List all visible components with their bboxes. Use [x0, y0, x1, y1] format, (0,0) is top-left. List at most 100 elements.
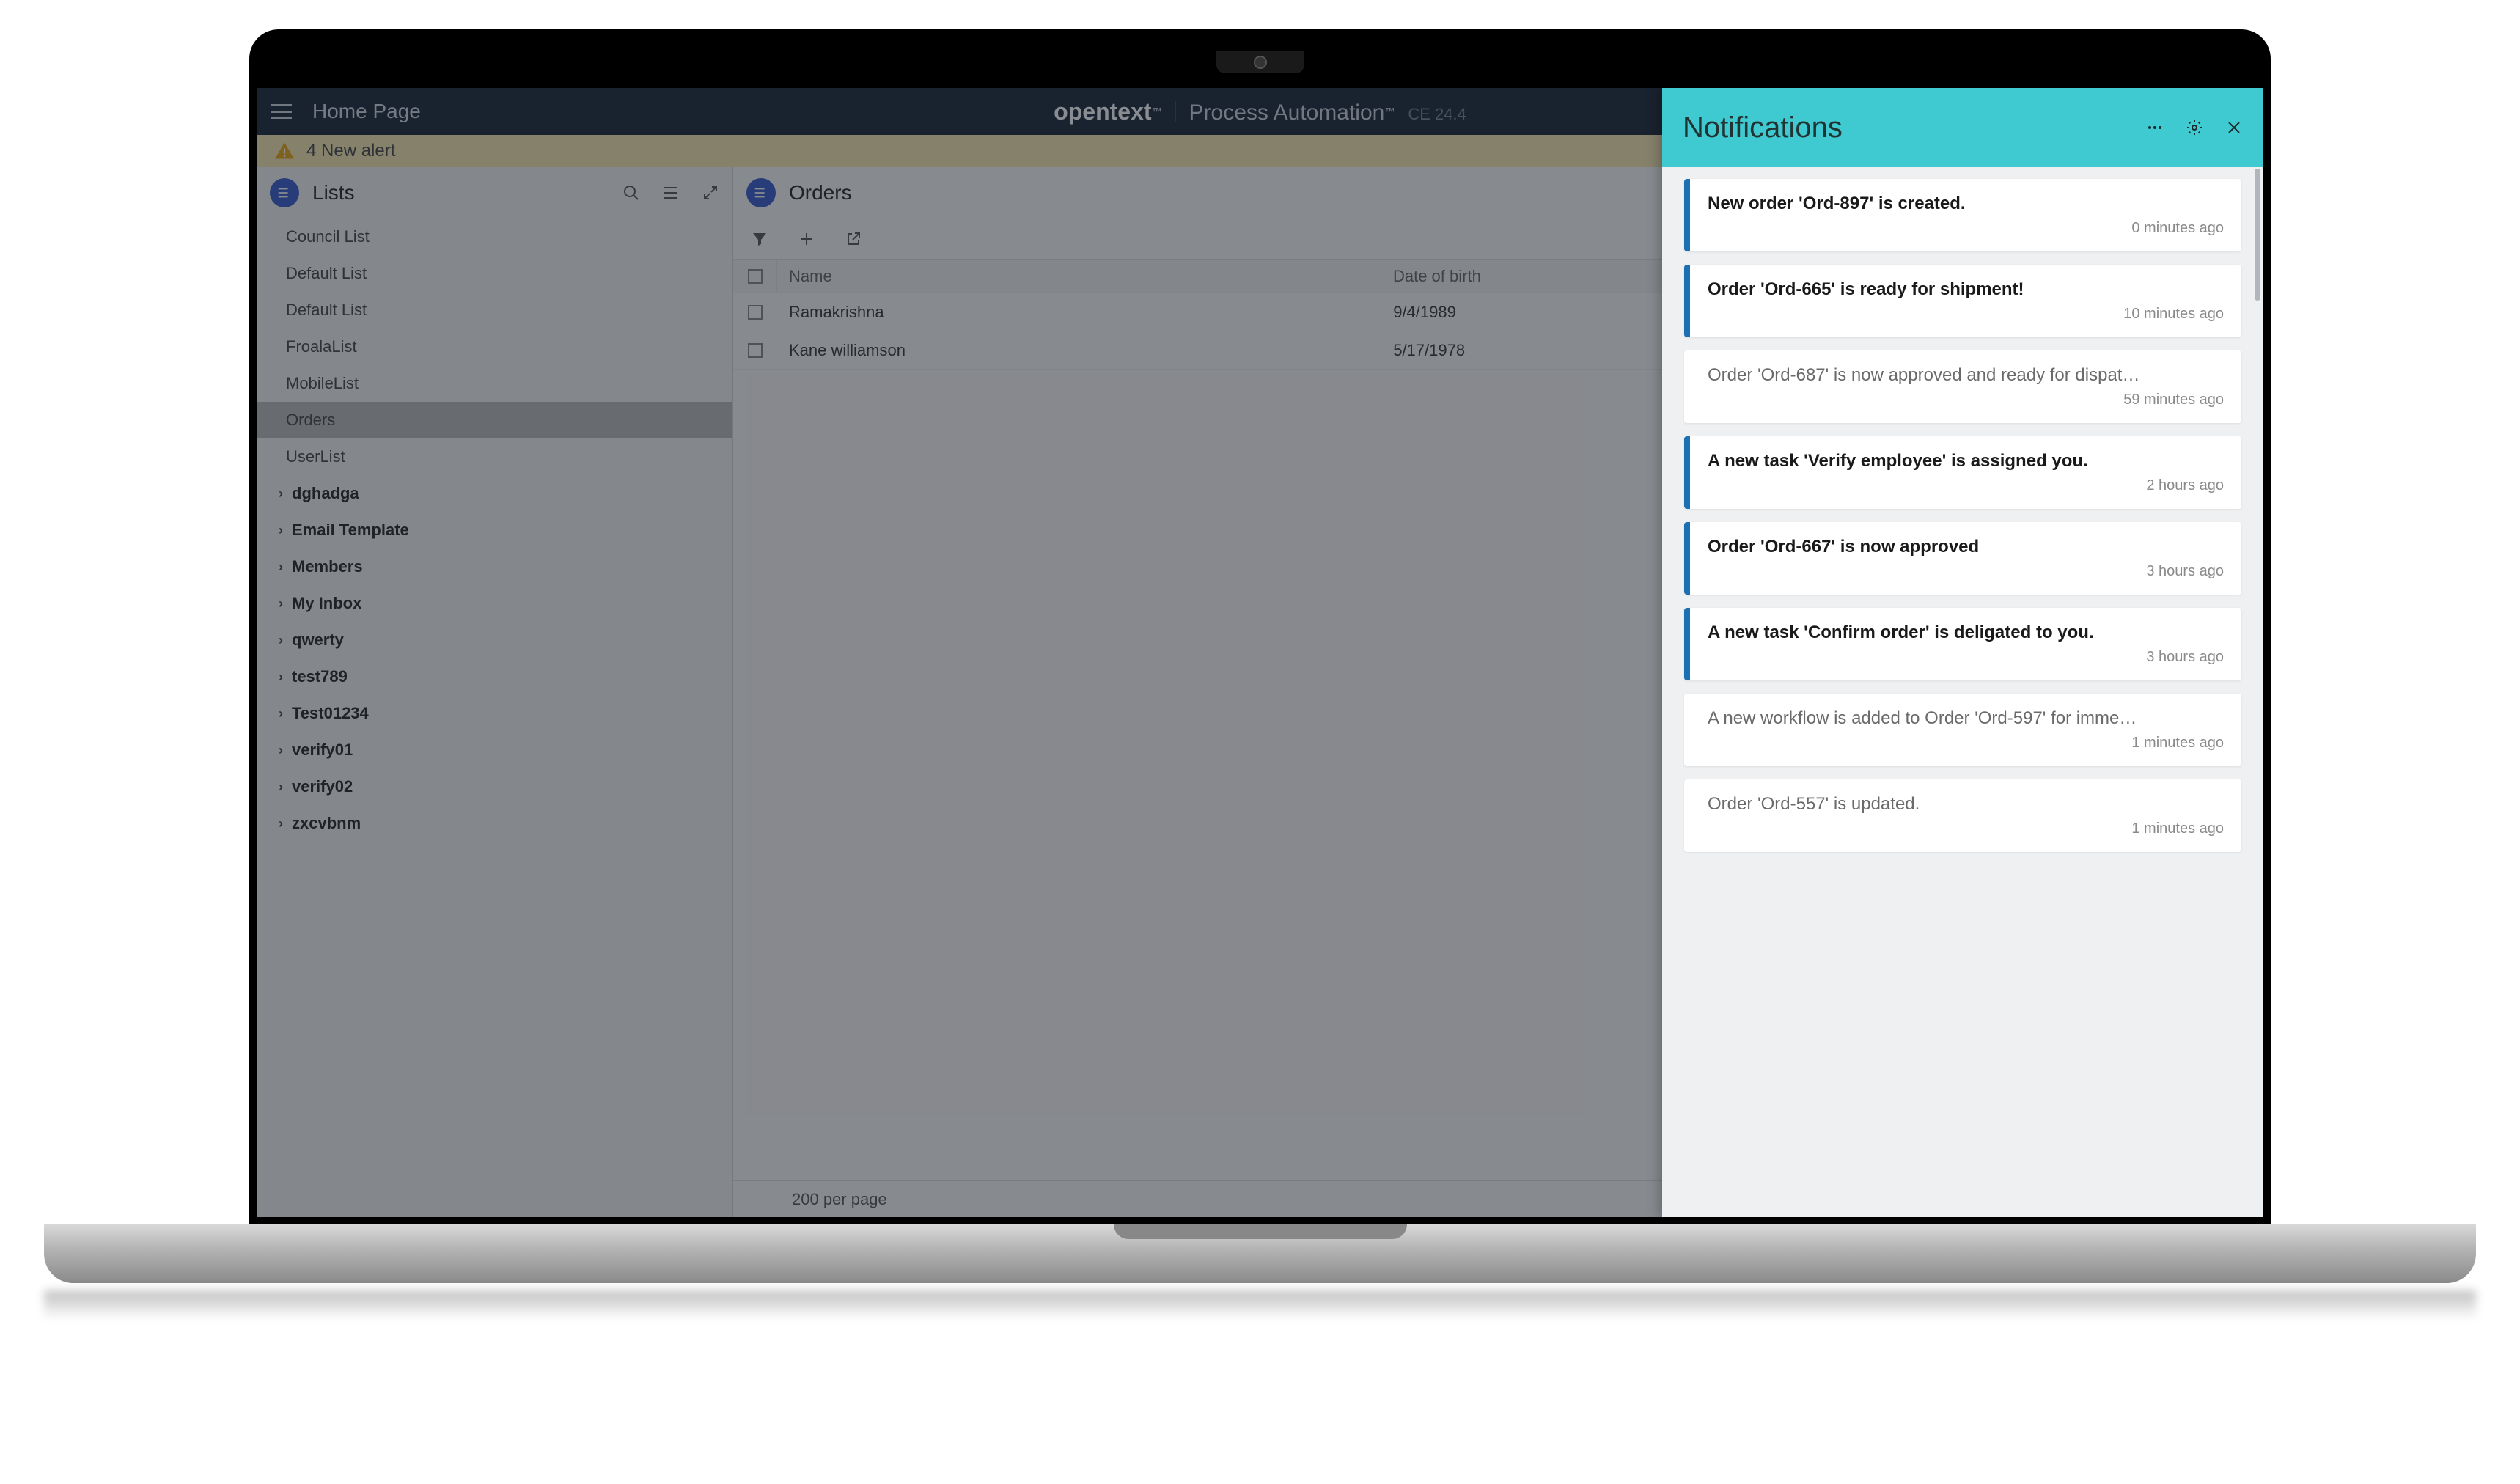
- notification-time: 1 minutes ago: [2131, 735, 2224, 752]
- laptop-base: [44, 1224, 2476, 1283]
- tree-label: dghadga: [292, 484, 359, 503]
- notification-message: New order 'Ord-897' is created.: [1708, 194, 2224, 214]
- sidebar-tree-my-inbox[interactable]: ›My Inbox: [257, 585, 732, 622]
- sidebar-tree-verify02[interactable]: › verify02: [257, 768, 732, 805]
- sidebar-tree-test01234[interactable]: ›Test01234: [257, 695, 732, 732]
- filter-icon[interactable]: [751, 230, 768, 248]
- notification-card[interactable]: A new task 'Verify employee' is assigned…: [1684, 436, 2241, 509]
- notification-time: 59 minutes ago: [2123, 392, 2224, 408]
- close-icon[interactable]: [2225, 119, 2243, 136]
- notification-card[interactable]: A new workflow is added to Order 'Ord-59…: [1684, 694, 2241, 766]
- sidebar-tree-email-template[interactable]: › Email Template: [257, 512, 732, 548]
- tree-label: Test01234: [292, 704, 369, 723]
- notification-card[interactable]: Order 'Ord-557' is updated. 1 minutes ago: [1684, 779, 2241, 852]
- notification-card[interactable]: Order 'Ord-687' is now approved and read…: [1684, 350, 2241, 423]
- brand-primary-text: opentext: [1054, 98, 1151, 125]
- add-icon[interactable]: [798, 230, 815, 248]
- notification-card[interactable]: New order 'Ord-897' is created. 0 minutes…: [1684, 179, 2241, 251]
- row-checkbox[interactable]: [733, 336, 777, 365]
- notification-time: 3 hours ago: [2146, 649, 2224, 666]
- notification-message: Order 'Ord-557' is updated.: [1708, 794, 2224, 815]
- orders-icon: [746, 178, 776, 207]
- notification-message: A new task 'Verify employee' is assigned…: [1708, 451, 2224, 471]
- sidebar-actions: [622, 184, 719, 202]
- notifications-list[interactable]: New order 'Ord-897' is created. 0 minutes…: [1662, 167, 2263, 1217]
- sidebar: Lists Council ListDefault ListDefault Li…: [257, 167, 733, 1217]
- main-title: Orders: [789, 181, 852, 205]
- brand-divider: [1175, 101, 1176, 122]
- brand-product: Process Automation: [1189, 100, 1385, 125]
- tree-label: verify01: [292, 741, 353, 760]
- sidebar-item-council-list[interactable]: Council List: [257, 218, 732, 255]
- sidebar-tree-members[interactable]: › Members: [257, 548, 732, 585]
- tree-label: test789: [292, 667, 348, 686]
- sidebar-item-default-list[interactable]: Default List: [257, 255, 732, 292]
- cell-name: Kane williamson: [777, 334, 1381, 367]
- sidebar-tree-qwerty[interactable]: › qwerty: [257, 622, 732, 658]
- notification-card[interactable]: A new task 'Confirm order' is deligated …: [1684, 608, 2241, 680]
- laptop-shadow: [44, 1290, 2476, 1320]
- sidebar-header: Lists: [257, 167, 732, 218]
- sidebar-title: Lists: [312, 181, 622, 205]
- sidebar-tree-verify01[interactable]: › verify01: [257, 732, 732, 768]
- brand-suffix: CE 24.4: [1408, 105, 1466, 124]
- sidebar-item-orders[interactable]: Orders: [257, 402, 732, 438]
- notification-message: A new workflow is added to Order 'Ord-59…: [1708, 708, 2224, 729]
- tree-label: qwerty: [292, 631, 344, 650]
- notifications-header: Notifications: [1662, 88, 2263, 167]
- notification-time: 0 minutes ago: [2131, 220, 2224, 237]
- menu-icon[interactable]: [271, 104, 292, 119]
- tree-label: verify02: [292, 777, 353, 796]
- notification-time: 3 hours ago: [2146, 563, 2224, 580]
- alert-text: 4 New alert: [306, 141, 395, 161]
- screen: Home Page opentext™ Process Automation™ …: [257, 88, 2263, 1217]
- notification-message: Order 'Ord-667' is now approved: [1708, 537, 2224, 557]
- col-name[interactable]: Name: [777, 260, 1381, 293]
- notification-card[interactable]: Order 'Ord-667' is now approved 3 hours a…: [1684, 522, 2241, 595]
- pager-text: 200 per page: [792, 1190, 887, 1209]
- sidebar-item-userlist[interactable]: UserList: [257, 438, 732, 475]
- chevron-right-icon: ›: [279, 743, 283, 758]
- warning-icon: [274, 141, 295, 161]
- brand-product-group: Process Automation™: [1189, 100, 1395, 125]
- row-checkbox[interactable]: [733, 298, 777, 327]
- chevron-right-icon: ›: [279, 559, 283, 575]
- brand-product-tm: ™: [1384, 105, 1395, 117]
- sidebar-tree-test789[interactable]: › test789: [257, 658, 732, 695]
- more-icon[interactable]: [2146, 119, 2164, 136]
- open-external-icon[interactable]: [845, 230, 862, 248]
- notification-time: 1 minutes ago: [2131, 820, 2224, 837]
- sidebar-list: Council ListDefault ListDefault ListFroa…: [257, 218, 732, 842]
- list-options-icon[interactable]: [662, 184, 680, 202]
- expand-icon[interactable]: [702, 184, 719, 202]
- chevron-right-icon: ›: [279, 669, 283, 685]
- sidebar-tree-zxcvbnm[interactable]: › zxcvbnm: [257, 805, 732, 842]
- notifications-title: Notifications: [1683, 111, 2146, 144]
- tree-label: zxcvbnm: [292, 814, 361, 833]
- brand-group: opentext™ Process Automation™ CE 24.4: [1054, 98, 1466, 125]
- gear-icon[interactable]: [2186, 119, 2203, 136]
- sidebar-item-default-list[interactable]: Default List: [257, 292, 732, 328]
- page-title: Home Page: [312, 100, 421, 123]
- chevron-right-icon: ›: [279, 523, 283, 538]
- scrollbar-thumb[interactable]: [2255, 169, 2260, 301]
- chevron-right-icon: ›: [279, 486, 283, 502]
- cell-name: Ramakrishna: [777, 295, 1381, 329]
- tree-label: Members: [292, 557, 363, 576]
- search-icon[interactable]: [622, 184, 640, 202]
- chevron-right-icon: ›: [279, 633, 283, 648]
- notifications-actions: [2146, 119, 2243, 136]
- camera-notch: [1216, 51, 1304, 73]
- select-all-checkbox[interactable]: [733, 260, 777, 293]
- notification-card[interactable]: Order 'Ord-665' is ready for shipment!10…: [1684, 265, 2241, 337]
- chevron-right-icon: ›: [279, 779, 283, 795]
- tree-label: Email Template: [292, 521, 409, 540]
- chevron-right-icon: ›: [279, 816, 283, 831]
- sidebar-tree-dghadga[interactable]: › dghadga: [257, 475, 732, 512]
- sidebar-item-mobilelist[interactable]: MobileList: [257, 365, 732, 402]
- notification-message: Order 'Ord-687' is now approved and read…: [1708, 365, 2224, 386]
- sidebar-item-froalalist[interactable]: FroalaList: [257, 328, 732, 365]
- notification-time: 10 minutes ago: [2123, 306, 2224, 323]
- notification-message: A new task 'Confirm order' is deligated …: [1708, 622, 2224, 643]
- brand-primary: opentext™: [1054, 98, 1161, 125]
